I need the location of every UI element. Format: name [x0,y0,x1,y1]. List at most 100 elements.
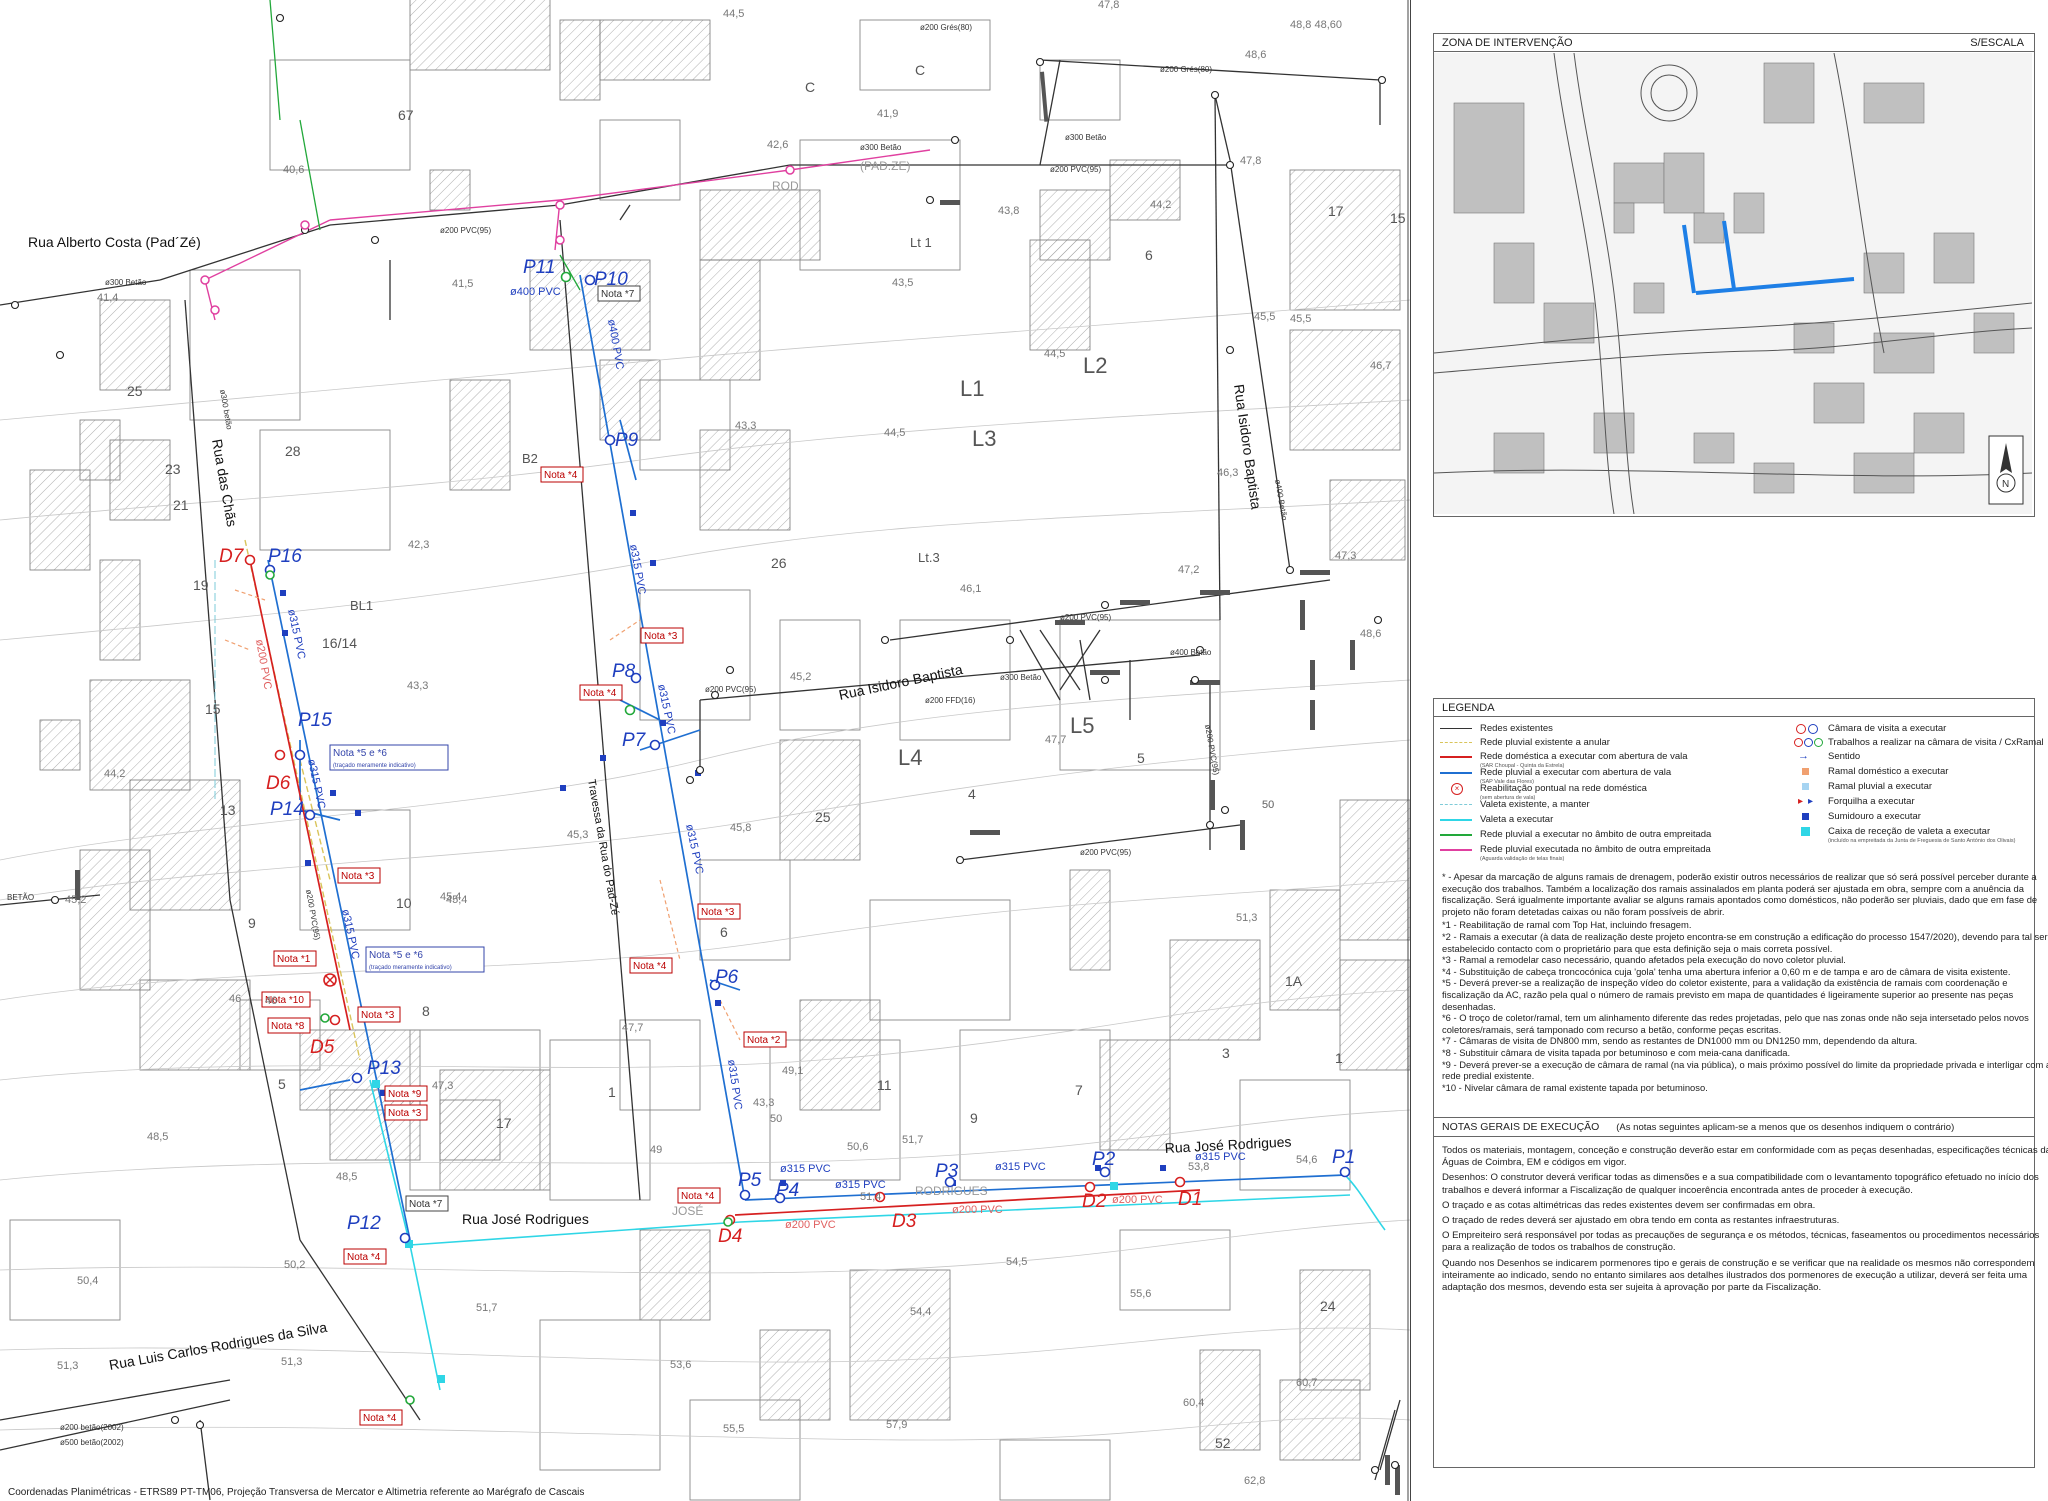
elevation: 44,5 [884,427,905,439]
node-d4: D4 [718,1226,742,1247]
elevation: 49 [650,1144,662,1156]
elevation: 50,4 [77,1275,98,1287]
legend-title: LEGENDA [1442,702,1495,714]
valeta-box-icon [1801,827,1810,836]
manhole-icon [1808,724,1818,734]
elevation: 41,9 [877,108,898,120]
note-text: *6 - O troço de coletor/ramal, tem um al… [1442,1012,2029,1035]
elevation: 43,5 [892,277,913,289]
node-p6: P6 [715,967,739,988]
note-box: Nota *4 [583,688,617,699]
parcel: 5 [1137,750,1145,766]
elevation: 46,3 [1217,467,1238,479]
note-box: Nota *3 [341,871,375,882]
domestic-branch-icon [1802,768,1809,775]
parcel: C [915,62,925,78]
elevation: 41,5 [452,278,473,290]
note-box-sub: (traçado meramente indicativo) [369,965,452,971]
parcel: B2 [522,451,538,466]
elevation: 47,3 [432,1080,453,1092]
legend-panel: LEGENDA Redes existentes Rede pluvial ex… [1433,698,2048,1468]
fork-icon: ▸ [1798,796,1804,807]
note-text: *9 - Deverá prever-se a execução de câma… [1442,1058,2048,1082]
elevation: 41,4 [97,292,118,304]
elevation: 47,3 [1335,550,1356,562]
legend-label: Sumidouro a executar [1828,811,1921,822]
elevation: 45,2 [65,894,86,906]
street-jose-rodrigues-l: Rua José Rodrigues [462,1211,589,1227]
arrow-icon: → [1798,750,1809,762]
elevation: 43,3 [735,420,756,432]
elevation: 47,7 [622,1022,643,1034]
legend-swatch [1440,756,1472,758]
site-plan-map[interactable]: P1 P2 P3 P4 P5 P6 P7 P8 P9 P10 P11 P12 P… [0,0,1410,1501]
elevation: 51,3 [1236,912,1257,924]
svg-text:N: N [2002,479,2009,490]
elevation: 54,5 [1006,1256,1027,1268]
elevation: 47,8 [1240,155,1261,167]
parcel: 23 [165,461,181,477]
legend-swatch [1440,728,1472,729]
pipe-label: ø200 PVC [785,1219,836,1231]
elevation: 53,8 [1188,1161,1209,1173]
elevation: 51,4 [860,1191,881,1203]
north-arrow-icon: N [1988,435,2024,505]
elevation: 54,6 [1296,1154,1317,1166]
elevation: 43,3 [407,680,428,692]
elevation: 60,7 [1296,1377,1317,1389]
node-d3: D3 [892,1211,917,1232]
general-note: Quando nos Desenhos se indicarem pormeno… [1442,1257,2035,1294]
parcel: Lt.3 [918,550,940,565]
elevation: 46 [229,993,241,1005]
note-text: *2 - Ramais a executar (à data de realiz… [1442,930,2048,954]
street-alberto-costa: Rua Alberto Costa (Pad´Zé) [28,234,201,250]
node-p11: P11 [523,257,555,278]
pipe-label: ø500 betão(2002) [60,1438,124,1447]
elevation: 46,7 [1370,360,1391,372]
pipe-label: ø200 PVC(95) [1080,848,1131,857]
elevation: 50 [770,1113,782,1125]
pipe-label: ø200 Grés(80) [1160,65,1212,74]
note-text: *4 - Substituição de cabeça troncocónica… [1442,965,2011,977]
parcel: 17 [1328,203,1344,219]
note-box: Nota *5 e *6 [369,950,423,961]
elevation: 47,7 [1045,734,1066,746]
elevation: 60,4 [1183,1397,1204,1409]
node-p1: P1 [1332,1147,1355,1168]
elevation: 49,1 [782,1065,803,1077]
manhole-icon [1796,724,1806,734]
node-p3: P3 [935,1161,959,1182]
pipe-label: (PAD.ZE) [860,159,910,173]
location-panel: ZONA DE INTERVENÇÃO S/ESCALA N [1433,33,2035,517]
location-map[interactable]: N [1434,53,2032,514]
elevation: 50,2 [284,1259,305,1271]
note-text: *8 - Substituir câmara de visita tapada … [1442,1046,1791,1058]
rehab-points [323,973,337,987]
node-d2: D2 [1082,1191,1107,1212]
parcel: 1 [1335,1050,1343,1066]
note-box: Nota *3 [388,1108,422,1119]
pipe-label: JOSÉ [672,1203,703,1218]
node-p13: P13 [367,1058,401,1079]
parcel: 52 [1215,1435,1231,1451]
parcel: 17 [496,1115,512,1131]
parcel: 28 [285,443,301,459]
location-panel-header: ZONA DE INTERVENÇÃO S/ESCALA [1434,34,2034,52]
location-title: ZONA DE INTERVENÇÃO [1442,37,1573,49]
general-note: Desenhos: O construtor deverá verificar … [1442,1172,2039,1196]
node-p12: P12 [347,1213,381,1234]
node-p15: P15 [298,710,332,731]
general-note: Todos os materiais, montagem, conceção e… [1442,1145,2048,1169]
parcel: 21 [173,497,189,513]
pipe-label: ø200 PVC [1112,1194,1163,1206]
pipe-label: BETÃO [7,893,34,902]
general-notes-subtitle: (As notas seguintes aplicam-se a menos q… [1616,1122,1955,1133]
elevation: 44,2 [1150,199,1171,211]
elevation: 50,6 [847,1141,868,1153]
sumidouro-icon [1802,813,1809,820]
legend-label: Ramal doméstico a executar [1828,766,1949,777]
pipe-label: ø315 PVC [780,1163,831,1175]
note-box: Nota *2 [747,1035,781,1046]
pipe-label: ø200 FFD(16) [925,696,976,705]
parcel: L3 [972,426,996,451]
